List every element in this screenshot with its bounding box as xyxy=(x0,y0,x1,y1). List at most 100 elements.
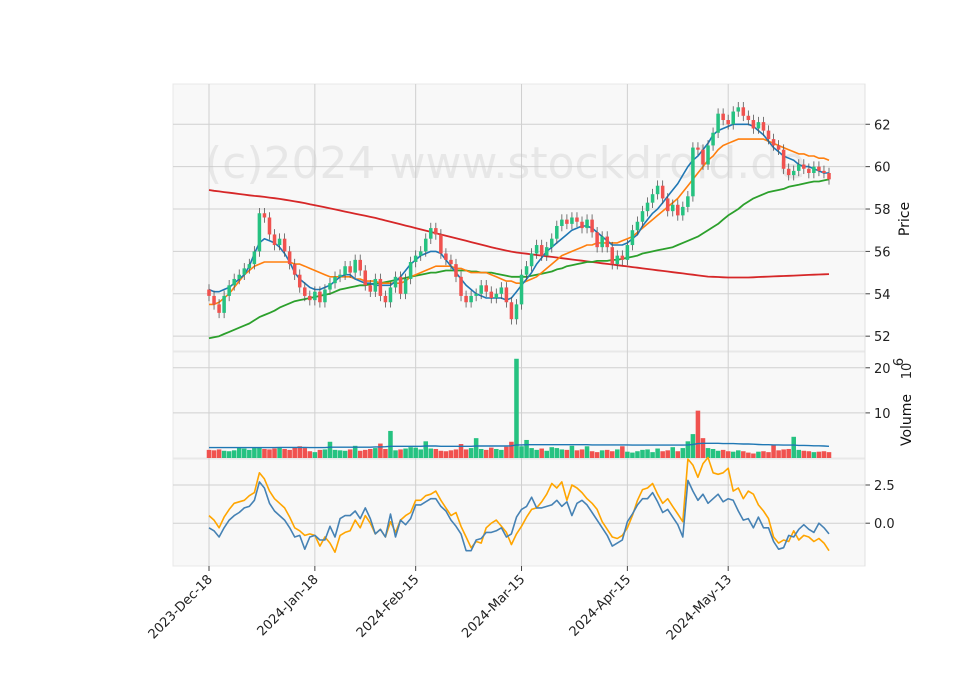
volume-bar xyxy=(478,448,484,458)
candle-body xyxy=(706,145,710,165)
volume-bar xyxy=(524,439,529,458)
volume-bar xyxy=(554,448,560,458)
volume-bar xyxy=(373,448,378,458)
volume-bar xyxy=(408,447,413,458)
volume-bar xyxy=(383,448,388,458)
volume-bar xyxy=(821,451,827,458)
volume-bar xyxy=(599,450,605,458)
volume-bar xyxy=(398,449,403,458)
price-ytick-label: 52 xyxy=(874,330,891,345)
candle-body xyxy=(741,107,746,116)
volume-bar xyxy=(675,451,681,458)
candle-body xyxy=(242,268,247,275)
candle-body xyxy=(277,238,282,246)
candle-body xyxy=(368,285,373,292)
candle-body xyxy=(585,219,589,229)
candle-body xyxy=(615,255,620,265)
candle-body xyxy=(665,198,670,212)
candle-body xyxy=(660,185,665,199)
candle-body xyxy=(499,287,504,294)
candle-body xyxy=(620,255,625,260)
candle-body xyxy=(766,130,771,140)
price-ytick-label: 56 xyxy=(874,245,891,260)
volume-bar xyxy=(609,451,615,458)
candle-body xyxy=(514,304,519,320)
candle-body xyxy=(489,291,494,299)
volume-bar xyxy=(826,452,832,458)
volume-bar xyxy=(322,449,328,458)
candle-body xyxy=(393,276,398,288)
volume-bar xyxy=(594,452,600,458)
candle-body xyxy=(625,245,630,260)
volume-bar xyxy=(433,448,439,458)
volume-bar xyxy=(544,450,549,458)
candle-body xyxy=(590,219,594,233)
candle-body xyxy=(227,285,231,296)
volume-bar xyxy=(620,446,625,458)
candle-body xyxy=(439,234,443,254)
volume-bar xyxy=(221,450,227,458)
candle-body xyxy=(600,236,604,248)
candle-body xyxy=(696,147,700,150)
candle-body xyxy=(736,107,741,112)
candle-body xyxy=(247,264,252,269)
candle-body xyxy=(650,194,655,203)
volume-bar xyxy=(267,449,272,458)
candle-body xyxy=(575,217,579,222)
candle-body xyxy=(252,251,257,265)
volume-bar xyxy=(720,449,726,458)
volume-bar xyxy=(453,449,459,458)
x-tick-label: 2024-May-13 xyxy=(664,572,735,643)
candle-body xyxy=(635,221,640,231)
volume-bar xyxy=(206,449,212,458)
candle-body xyxy=(449,259,453,265)
candle-body xyxy=(418,251,423,256)
volume-bar xyxy=(690,434,696,458)
candle-body xyxy=(479,285,483,294)
candle-body xyxy=(756,122,761,129)
candle-body xyxy=(560,219,564,226)
candle-body xyxy=(333,276,337,284)
candle-body xyxy=(217,304,221,313)
volume-bar xyxy=(514,358,519,458)
volume-bar xyxy=(584,446,590,458)
volume-bar xyxy=(589,451,595,458)
volume-bar xyxy=(226,451,232,458)
volume-bar xyxy=(579,449,585,458)
volume-bar xyxy=(811,452,817,458)
volume-bar xyxy=(247,449,252,458)
candle-body xyxy=(711,132,715,146)
candle-body xyxy=(222,295,226,313)
candle-body xyxy=(358,259,362,271)
candle-body xyxy=(272,234,277,246)
volume-bar xyxy=(776,450,781,458)
candle-body xyxy=(807,168,811,173)
candle-body xyxy=(292,264,297,275)
volume-bar xyxy=(509,441,514,458)
volume-bar xyxy=(665,450,670,458)
candle-body xyxy=(313,291,317,301)
volume-bar xyxy=(257,447,262,458)
volume-bar xyxy=(443,451,449,458)
candle-body xyxy=(287,251,292,265)
candle-body xyxy=(318,291,322,303)
volume-bar xyxy=(262,448,267,458)
candle-body xyxy=(257,213,262,252)
volume-bar xyxy=(423,441,429,458)
volume-bar xyxy=(751,453,756,458)
volume-bar xyxy=(660,451,665,458)
candle-body xyxy=(570,217,574,224)
volume-bar xyxy=(494,448,499,458)
volume-bar xyxy=(816,451,822,458)
candle-body xyxy=(343,266,347,275)
volume-bar xyxy=(342,450,348,458)
candle-body xyxy=(544,247,549,256)
indicator-ytick-label: 0.0 xyxy=(874,517,895,532)
candle-body xyxy=(434,228,438,235)
candle-body xyxy=(534,245,539,254)
candle-body xyxy=(524,266,529,275)
candle-body xyxy=(262,213,267,218)
volume-bar xyxy=(388,430,393,458)
volume-bar xyxy=(781,449,786,458)
candle-body xyxy=(640,211,645,222)
